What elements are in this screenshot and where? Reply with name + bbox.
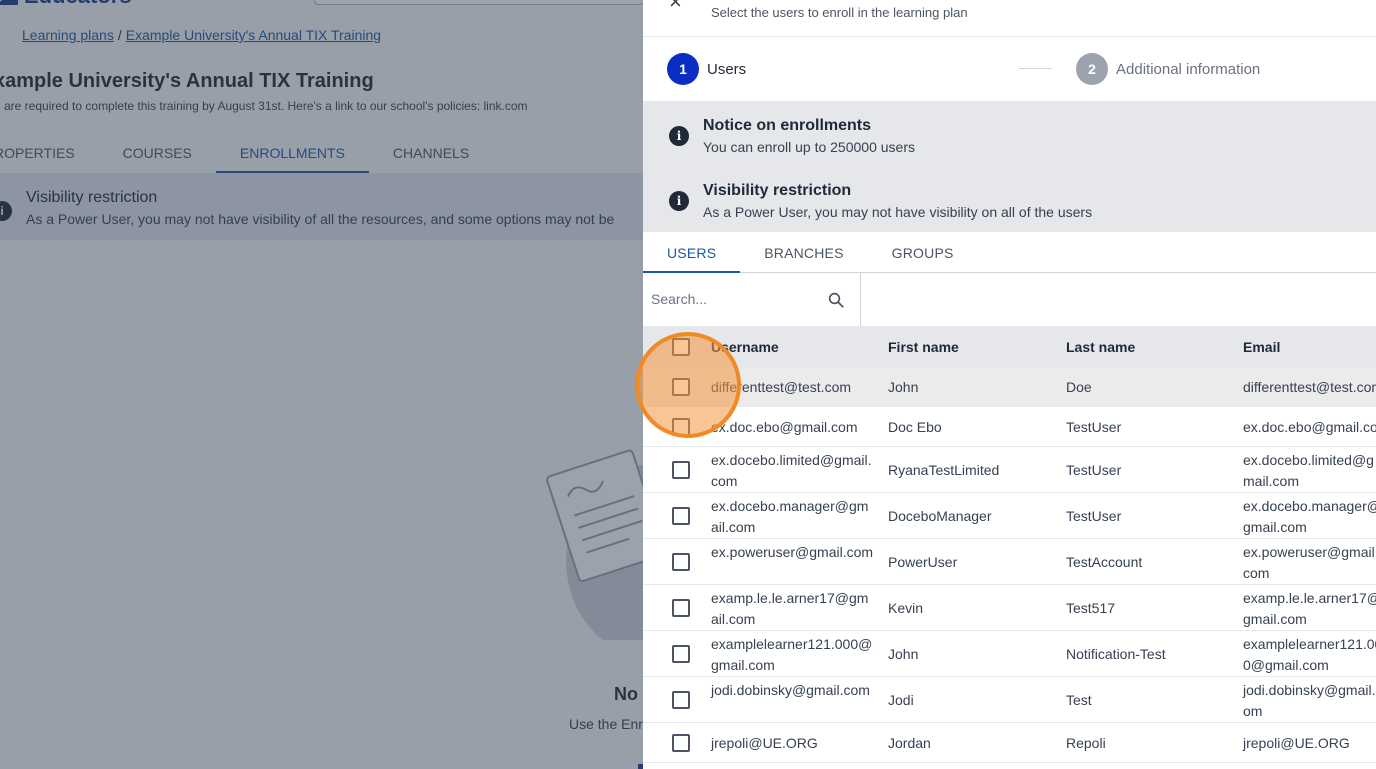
notice-title: Visibility restriction: [703, 182, 852, 199]
cell-username: jodi.dobinsky@gmail.com: [711, 682, 870, 698]
cell-email: ex.poweruser@gmail.com: [1243, 544, 1376, 581]
cell-email: ex.docebo.manager@gmail.com: [1243, 498, 1376, 535]
cell-email: examplelearner121.000@gmail.com: [1243, 636, 1376, 673]
cell-first-name: DoceboManager: [888, 508, 992, 524]
cell-last-name: TestUser: [1066, 462, 1122, 478]
row-checkbox[interactable]: [672, 553, 690, 571]
cell-last-name: Test517: [1066, 600, 1116, 616]
table-row[interactable]: ex.poweruser@gmail.com PowerUser TestAcc…: [643, 539, 1376, 585]
cell-last-name: TestUser: [1066, 419, 1122, 435]
cell-email: differenttest@test.com: [1243, 379, 1376, 395]
table-row[interactable]: jodi.dobinsky@gmail.com Jodi Test jodi.d…: [643, 677, 1376, 723]
cell-first-name: John: [888, 379, 919, 395]
cell-first-name: Jordan: [888, 735, 931, 751]
column-first-name[interactable]: First name: [888, 337, 1053, 358]
notice-text: As a Power User, you may not have visibi…: [703, 204, 1093, 220]
search-box: [643, 273, 861, 326]
cell-last-name: TestAccount: [1066, 554, 1143, 570]
table-row[interactable]: examp.le.le.arner17@gmail.com Kevin Test…: [643, 585, 1376, 631]
panel-tabs: USERS BRANCHES GROUPS: [643, 232, 1376, 273]
cell-username: differenttest@test.com: [711, 379, 852, 395]
table-row[interactable]: ex.doc.ebo@gmail.com Doc Ebo TestUser ex…: [643, 407, 1376, 447]
notice-text: You can enroll up to 250000 users: [703, 139, 915, 155]
row-checkbox[interactable]: [672, 378, 690, 396]
table-row[interactable]: differenttest@test.com John Doe differen…: [643, 367, 1376, 407]
row-checkbox[interactable]: [672, 691, 690, 709]
cell-first-name: John: [888, 646, 919, 662]
notices: i Notice on enrollments You can enroll u…: [643, 101, 1376, 232]
cell-username: ex.poweruser@gmail.com: [711, 544, 874, 560]
cell-first-name: Doc Ebo: [888, 419, 942, 435]
cell-first-name: Jodi: [888, 692, 914, 708]
close-icon[interactable]: ×: [669, 0, 682, 13]
table-row[interactable]: ex.docebo.limited@gmail.com RyanaTestLim…: [643, 447, 1376, 493]
panel-subtitle: Select the users to enroll in the learni…: [711, 5, 968, 20]
search-icon[interactable]: [827, 291, 845, 309]
cell-last-name: Test: [1066, 692, 1092, 708]
cell-last-name: TestUser: [1066, 508, 1122, 524]
table-header: Username First name Last name Email: [643, 326, 1376, 367]
column-last-name[interactable]: Last name: [1066, 337, 1231, 358]
row-checkbox[interactable]: [672, 418, 690, 436]
select-all-checkbox[interactable]: [672, 338, 690, 356]
search-input[interactable]: [651, 287, 821, 311]
tab-users[interactable]: USERS: [643, 232, 741, 273]
notice-title: Notice on enrollments: [703, 117, 872, 134]
cell-username: ex.doc.ebo@gmail.com: [711, 419, 858, 435]
stepper: 1 Users 2 Additional information: [643, 37, 1376, 101]
modal-overlay[interactable]: [0, 0, 643, 769]
panel-header: × Select the users to enroll in the lear…: [643, 0, 1376, 37]
enroll-users-panel: × Select the users to enroll in the lear…: [643, 0, 1376, 769]
cell-email: examp.le.le.arner17@gmail.com: [1243, 590, 1376, 627]
table-row[interactable]: jrepoli@UE.ORG Jordan Repoli jrepoli@UE.…: [643, 723, 1376, 763]
column-email[interactable]: Email: [1243, 337, 1376, 358]
table-row[interactable]: examplelearner121.000@gmail.com John Not…: [643, 631, 1376, 677]
cell-username: examp.le.le.arner17@gmail.com: [711, 590, 869, 627]
cell-last-name: Repoli: [1066, 735, 1106, 751]
cell-email: jrepoli@UE.ORG: [1243, 735, 1350, 751]
users-table: Username First name Last name Email diff…: [643, 326, 1376, 763]
cell-first-name: RyanaTestLimited: [888, 462, 1000, 478]
step-connector: [1019, 68, 1052, 69]
cell-username: ex.docebo.manager@gmail.com: [711, 498, 869, 535]
step-users[interactable]: 1 Users: [667, 53, 746, 85]
step-label: Additional information: [1116, 60, 1261, 78]
step-number: 1: [667, 53, 699, 85]
row-checkbox[interactable]: [672, 461, 690, 479]
row-checkbox[interactable]: [672, 734, 690, 752]
step-number: 2: [1076, 53, 1108, 85]
cell-username: ex.docebo.limited@gmail.com: [711, 452, 872, 489]
info-icon: i: [669, 126, 689, 146]
cell-first-name: Kevin: [888, 600, 924, 616]
cell-email: jodi.dobinsky@gmail.com: [1243, 682, 1376, 719]
cell-email: ex.docebo.limited@gmail.com: [1243, 452, 1374, 489]
info-icon: i: [669, 191, 689, 211]
cell-first-name: PowerUser: [888, 554, 958, 570]
step-label: Users: [707, 60, 747, 78]
cell-username: jrepoli@UE.ORG: [711, 735, 818, 751]
step-additional-information[interactable]: 2 Additional information: [1076, 53, 1260, 85]
cell-last-name: Notification-Test: [1066, 646, 1166, 662]
cell-email: ex.doc.ebo@gmail.com: [1243, 419, 1376, 435]
tab-branches[interactable]: BRANCHES: [740, 232, 867, 273]
table-row[interactable]: ex.docebo.manager@gmail.com DoceboManage…: [643, 493, 1376, 539]
cell-username: examplelearner121.000@gmail.com: [711, 636, 873, 673]
row-checkbox[interactable]: [672, 645, 690, 663]
cell-last-name: Doe: [1066, 379, 1092, 395]
column-username[interactable]: Username: [711, 337, 875, 358]
tab-groups[interactable]: GROUPS: [868, 232, 978, 273]
row-checkbox[interactable]: [672, 507, 690, 525]
row-checkbox[interactable]: [672, 599, 690, 617]
